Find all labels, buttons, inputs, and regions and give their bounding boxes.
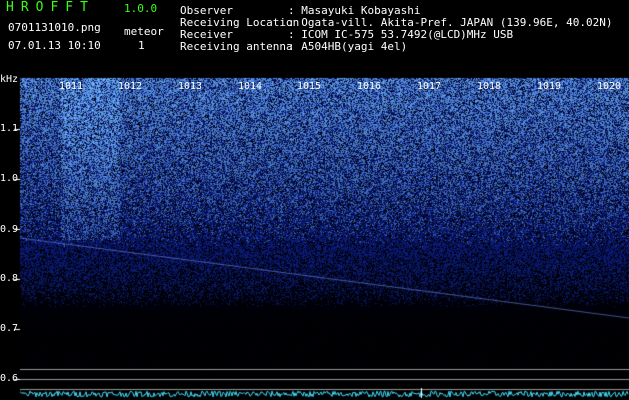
time-tick: 1013: [178, 81, 203, 92]
antenna-label: Receiving antenna: [180, 40, 293, 53]
file-name: 0701131010.png: [8, 21, 101, 34]
time-tick: 1019: [537, 81, 562, 92]
time-tick: 1011: [59, 81, 84, 92]
freq-tick: 0.8: [0, 273, 19, 284]
capture-datetime: 07.01.13 10:10: [8, 39, 101, 52]
freq-tick: 1.0: [0, 173, 19, 184]
time-tick: 1016: [357, 81, 382, 92]
time-tick: 1012: [118, 81, 143, 92]
freq-tick: 0.6: [0, 373, 19, 384]
freq-tick: 1.1: [0, 123, 19, 134]
time-tick: 1015: [297, 81, 322, 92]
time-tick: 1017: [417, 81, 442, 92]
app-version: 1.0.0: [124, 2, 158, 15]
freq-tick: 0.9: [0, 224, 19, 235]
axis-unit: kHz: [0, 74, 19, 85]
antenna-value: : A504HB(yagi 4el): [288, 40, 408, 53]
spectrogram-canvas: [0, 0, 629, 400]
meteor-label: meteor: [124, 25, 164, 38]
time-tick: 1018: [477, 81, 502, 92]
time-tick: 1020: [597, 81, 622, 92]
time-tick: 1014: [238, 81, 263, 92]
app-title: HROFFT: [6, 0, 95, 15]
freq-tick: 0.7: [0, 323, 19, 334]
meteor-count: 1: [138, 39, 145, 52]
